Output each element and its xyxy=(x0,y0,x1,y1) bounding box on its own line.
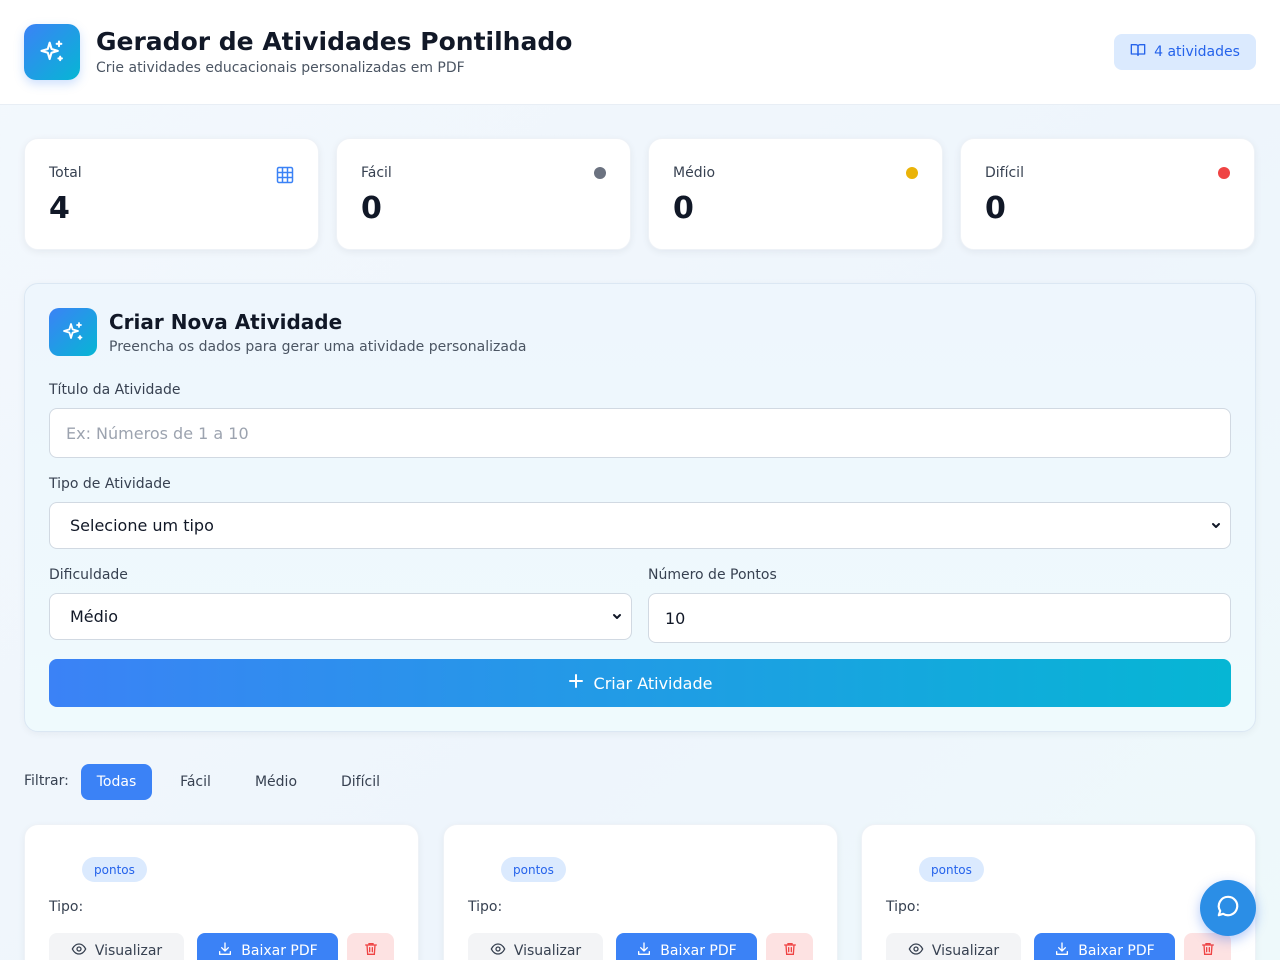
filter-medium[interactable]: Médio xyxy=(239,764,313,800)
eye-icon xyxy=(71,941,87,960)
app-header: Gerador de Atividades Pontilhado Crie at… xyxy=(0,0,1280,105)
form-title: Criar Nova Atividade xyxy=(109,310,343,334)
stat-card-easy: Fácil 0 xyxy=(336,138,631,250)
stat-label: Médio xyxy=(673,165,716,181)
filter-hard[interactable]: Difícil xyxy=(325,764,396,800)
create-activity-form: Criar Nova Atividade Preencha os dados p… xyxy=(24,283,1256,732)
app-subtitle: Crie atividades educacionais personaliza… xyxy=(96,60,465,76)
view-button[interactable]: Visualizar xyxy=(49,933,184,960)
activity-count-badge: 4 atividades xyxy=(1114,34,1256,70)
view-button[interactable]: Visualizar xyxy=(886,933,1021,960)
book-open-icon xyxy=(1130,42,1146,62)
trash-icon xyxy=(782,941,798,960)
stat-card-total: Total 4 xyxy=(24,138,319,250)
app-title: Gerador de Atividades Pontilhado xyxy=(96,27,573,56)
stat-value: 0 xyxy=(673,191,694,226)
create-activity-button[interactable]: Criar Atividade xyxy=(49,659,1231,707)
activity-type-select[interactable]: Selecione um tipo xyxy=(49,502,1231,549)
chevron-down-icon xyxy=(1210,516,1222,535)
type-field-label: Tipo de Atividade xyxy=(49,476,171,492)
download-icon xyxy=(217,941,233,960)
difficulty-value: Médio xyxy=(70,607,119,626)
view-button-label: Visualizar xyxy=(513,943,582,959)
stat-value: 0 xyxy=(361,191,382,226)
difficulty-select[interactable]: Médio xyxy=(49,593,632,640)
grid-icon xyxy=(276,166,294,188)
plus-icon xyxy=(568,673,584,693)
stat-card-medium: Médio 0 xyxy=(648,138,943,250)
activity-title-input[interactable] xyxy=(49,408,1231,458)
download-pdf-label: Baixar PDF xyxy=(660,943,737,959)
download-pdf-label: Baixar PDF xyxy=(1078,943,1155,959)
activity-card: pontos Tipo: Visualizar Baixar PDF xyxy=(861,824,1256,960)
chat-bubble-icon xyxy=(1215,893,1241,923)
points-input[interactable] xyxy=(648,593,1231,643)
activity-type-label: Tipo: xyxy=(49,899,84,915)
points-badge: pontos xyxy=(501,857,566,882)
title-field-label: Título da Atividade xyxy=(49,382,181,398)
stat-card-hard: Difícil 0 xyxy=(960,138,1255,250)
delete-button[interactable] xyxy=(347,933,394,960)
download-pdf-button[interactable]: Baixar PDF xyxy=(1034,933,1175,960)
hard-dot-icon xyxy=(1218,167,1230,179)
stat-label: Difícil xyxy=(985,165,1024,181)
points-badge: pontos xyxy=(82,857,147,882)
stat-label: Fácil xyxy=(361,165,392,181)
download-pdf-button[interactable]: Baixar PDF xyxy=(197,933,338,960)
trash-icon xyxy=(363,941,379,960)
difficulty-field-label: Dificuldade xyxy=(49,567,128,583)
trash-icon xyxy=(1200,941,1216,960)
easy-dot-icon xyxy=(594,167,606,179)
eye-icon xyxy=(908,941,924,960)
stat-value: 0 xyxy=(985,191,1006,226)
points-field-label: Número de Pontos xyxy=(648,567,777,583)
medium-dot-icon xyxy=(906,167,918,179)
activity-card: pontos Tipo: Visualizar Baixar PDF xyxy=(443,824,838,960)
filter-easy[interactable]: Fácil xyxy=(164,764,227,800)
download-icon xyxy=(636,941,652,960)
stat-label: Total xyxy=(49,165,82,181)
stat-value: 4 xyxy=(49,191,70,226)
filter-label: Filtrar: xyxy=(24,773,69,789)
activity-count-text: 4 atividades xyxy=(1154,44,1240,60)
delete-button[interactable] xyxy=(766,933,813,960)
download-icon xyxy=(1054,941,1070,960)
download-pdf-label: Baixar PDF xyxy=(241,943,318,959)
form-subtitle: Preencha os dados para gerar uma ativida… xyxy=(109,339,527,355)
sparkles-icon xyxy=(49,308,97,356)
activity-card: pontos Tipo: Visualizar Baixar PDF xyxy=(24,824,419,960)
create-activity-label: Criar Atividade xyxy=(593,673,713,693)
activity-type-label: Tipo: xyxy=(886,899,921,915)
view-button-label: Visualizar xyxy=(94,943,163,959)
points-badge: pontos xyxy=(919,857,984,882)
download-pdf-button[interactable]: Baixar PDF xyxy=(616,933,757,960)
eye-icon xyxy=(490,941,506,960)
activity-type-value: Selecione um tipo xyxy=(70,516,214,535)
view-button[interactable]: Visualizar xyxy=(468,933,603,960)
view-button-label: Visualizar xyxy=(931,943,1000,959)
chat-button[interactable] xyxy=(1200,880,1256,936)
chevron-down-icon xyxy=(611,607,623,626)
delete-button[interactable] xyxy=(1184,933,1231,960)
filter-all[interactable]: Todas xyxy=(81,764,152,800)
activity-type-label: Tipo: xyxy=(468,899,503,915)
sparkles-icon xyxy=(24,24,80,80)
